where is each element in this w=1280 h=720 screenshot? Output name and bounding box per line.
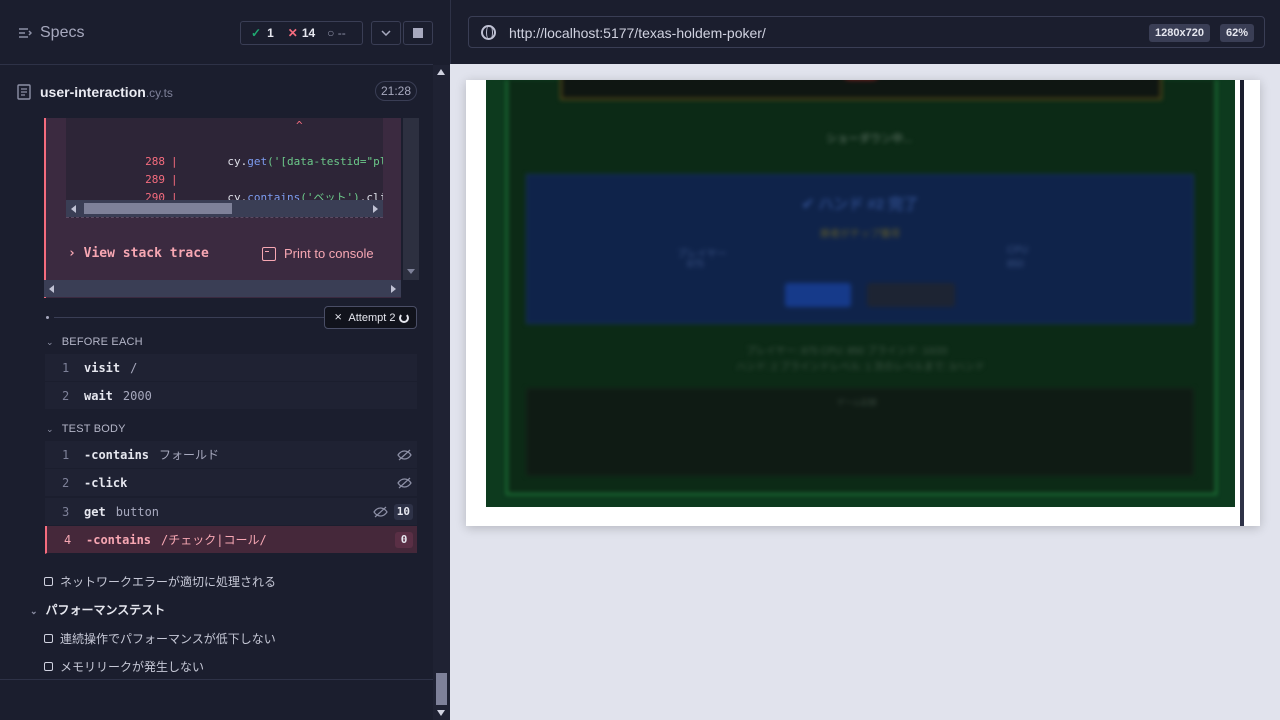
game-log-panel: ゲーム記録 — [526, 388, 1194, 476]
url-bar[interactable]: http://localhost:5177/texas-holdem-poker… — [468, 16, 1265, 48]
aut-panel: http://localhost:5177/texas-holdem-poker… — [450, 0, 1280, 720]
command-row[interactable]: 1 visit / — [45, 354, 417, 382]
suite-performance[interactable]: ⌄ パフォーマンステスト — [30, 601, 165, 618]
pending-test-icon — [44, 577, 53, 586]
code-line-290: 290| cy.contains('ベット').click({ — [145, 191, 383, 204]
attempt-tag[interactable]: ⨯ Attempt 2 — [324, 306, 417, 329]
cpu-label: CPU — [1007, 245, 1029, 256]
reporter-panel: Specs ✓ 1 ✕ 14 ○ -- user-interaction.cy.ts… — [0, 0, 450, 720]
scrollbar-thumb[interactable] — [1240, 80, 1244, 390]
next-hand-button[interactable] — [785, 283, 851, 307]
attempt-divider — [54, 317, 324, 318]
game-log-title: ゲーム記録 — [837, 398, 877, 407]
url-text[interactable]: http://localhost:5177/texas-holdem-poker… — [509, 25, 766, 41]
chevron-right-icon: › — [68, 246, 76, 261]
test-stats: ✓ 1 ✕ 14 ○ -- — [240, 21, 363, 45]
command-row[interactable]: 2 -click — [45, 469, 417, 497]
test-item-performance-2[interactable]: メモリリークが発生しない — [44, 658, 204, 675]
scroll-up-icon[interactable] — [437, 69, 445, 75]
showdown-status: ショーダウン中... — [826, 133, 913, 145]
error-caret: ^ — [296, 119, 303, 132]
before-each-hook[interactable]: ⌄ BEFORE EACH — [46, 336, 143, 348]
command-row[interactable]: 2 wait 2000 — [45, 382, 417, 410]
reporter-header: Specs ✓ 1 ✕ 14 ○ -- — [0, 0, 433, 65]
game-info-line-1: プレイヤー: 875 CPU: 850 ブラインド: 10/20 — [746, 346, 948, 357]
pending-test-icon — [44, 634, 53, 643]
check-icon: ✓ — [251, 26, 262, 40]
view-stack-trace-button[interactable]: › View stack trace — [68, 246, 209, 261]
scroll-left-icon[interactable] — [71, 205, 76, 213]
chevron-down-icon — [381, 30, 391, 36]
command-row[interactable]: 1 -contains フォールド — [45, 441, 417, 469]
test-item-network-error[interactable]: ネットワークエラーが適切に処理される — [44, 573, 276, 590]
player-value: 875 — [687, 259, 704, 270]
scroll-right-icon[interactable] — [373, 205, 378, 213]
chevron-down-icon: ⌄ — [46, 424, 54, 434]
error-message-block: ^ 288| cy.get('[data-testid="player- 289… — [44, 118, 419, 298]
scrollbar-thumb[interactable] — [436, 673, 447, 705]
test-item-performance-1[interactable]: 連続操作でパフォーマンスが低下しない — [44, 630, 276, 647]
new-game-button[interactable] — [867, 283, 955, 307]
print-to-console-button[interactable]: Print to console — [262, 246, 374, 261]
poker-table: ショーダウン中... ✔ ハンド #2 完了 勝者がチップ獲得 プレイヤー 87… — [486, 80, 1235, 507]
error-vertical-scrollbar[interactable] — [403, 118, 419, 280]
error-horizontal-scrollbar[interactable] — [44, 280, 401, 297]
code-line-288: 288| cy.get('[data-testid="player- — [145, 155, 383, 168]
aut-iframe[interactable]: ショーダウン中... ✔ ハンド #2 完了 勝者がチップ獲得 プレイヤー 87… — [466, 80, 1260, 526]
spec-file-name: user-interaction.cy.ts — [40, 84, 173, 100]
running-icon — [399, 312, 410, 323]
pending-count: ○ -- — [327, 26, 346, 40]
document-icon — [17, 84, 31, 100]
spec-duration: 21:28 — [375, 81, 417, 101]
passed-count: ✓ 1 — [251, 26, 274, 40]
element-count-badge: 0 — [395, 532, 413, 548]
blurred-game-content: ショーダウン中... ✔ ハンド #2 完了 勝者がチップ獲得 プレイヤー 87… — [506, 80, 1217, 495]
collapse-icon: ⨯ — [334, 312, 343, 323]
chevron-down-icon: ⌄ — [46, 337, 54, 347]
element-count-badge: 10 — [393, 504, 413, 520]
pending-icon: ○ — [327, 26, 335, 40]
pending-test-icon — [44, 662, 53, 671]
eye-slash-icon — [397, 449, 412, 461]
scroll-right-icon[interactable] — [391, 285, 396, 293]
zoom-badge[interactable]: 62% — [1220, 24, 1255, 42]
failed-count: ✕ 14 — [287, 26, 316, 40]
scroll-down-icon[interactable] — [437, 710, 445, 716]
eye-slash-icon — [397, 477, 412, 489]
console-icon — [262, 246, 276, 261]
hand-result-subtitle: 勝者がチップ獲得 — [820, 229, 900, 240]
scrollbar-thumb[interactable] — [84, 203, 232, 214]
scroll-down-icon[interactable] — [407, 269, 415, 274]
hand-result-title: ✔ ハンド #2 完了 — [801, 196, 919, 213]
community-cards-area — [560, 80, 1162, 100]
attempt-dot — [46, 316, 49, 319]
reporter-scrollbar[interactable] — [433, 65, 450, 720]
reporter-footer-divider — [0, 679, 433, 680]
x-icon: ✕ — [287, 26, 298, 40]
hand-result-panel: ✔ ハンド #2 完了 勝者がチップ獲得 プレイヤー 875 CPU 850 — [526, 174, 1194, 324]
command-row[interactable]: 3 get button 10 — [45, 498, 417, 526]
stop-button[interactable] — [403, 21, 433, 45]
aut-header: http://localhost:5177/texas-holdem-poker… — [450, 0, 1280, 64]
failed-command-row[interactable]: 4 -contains/チェック|コール/ 0 — [45, 526, 417, 554]
player-label: プレイヤー — [677, 249, 727, 260]
scroll-left-icon[interactable] — [49, 285, 54, 293]
expand-dropdown-button[interactable] — [371, 21, 401, 45]
test-body-section[interactable]: ⌄ TEST BODY — [46, 423, 126, 435]
chevron-down-icon: ⌄ — [30, 606, 38, 616]
stop-icon — [413, 28, 423, 38]
code-line-289: 289 | — [145, 173, 178, 186]
game-info-line-2: ハンド: 2 ブラインドレベル: 1 次のレベルまで: 3ハンド — [736, 362, 985, 373]
code-frame-scrollbar[interactable] — [66, 200, 383, 217]
eye-slash-icon — [373, 506, 388, 518]
specs-title[interactable]: Specs — [40, 24, 84, 42]
globe-icon — [481, 25, 496, 40]
viewport-size-badge[interactable]: 1280x720 — [1149, 24, 1210, 42]
aut-scrollbar[interactable] — [1240, 80, 1244, 526]
specs-list-icon[interactable] — [18, 26, 32, 40]
cpu-value: 850 — [1007, 259, 1024, 270]
spec-file-header[interactable]: user-interaction.cy.ts 21:28 — [0, 66, 433, 118]
